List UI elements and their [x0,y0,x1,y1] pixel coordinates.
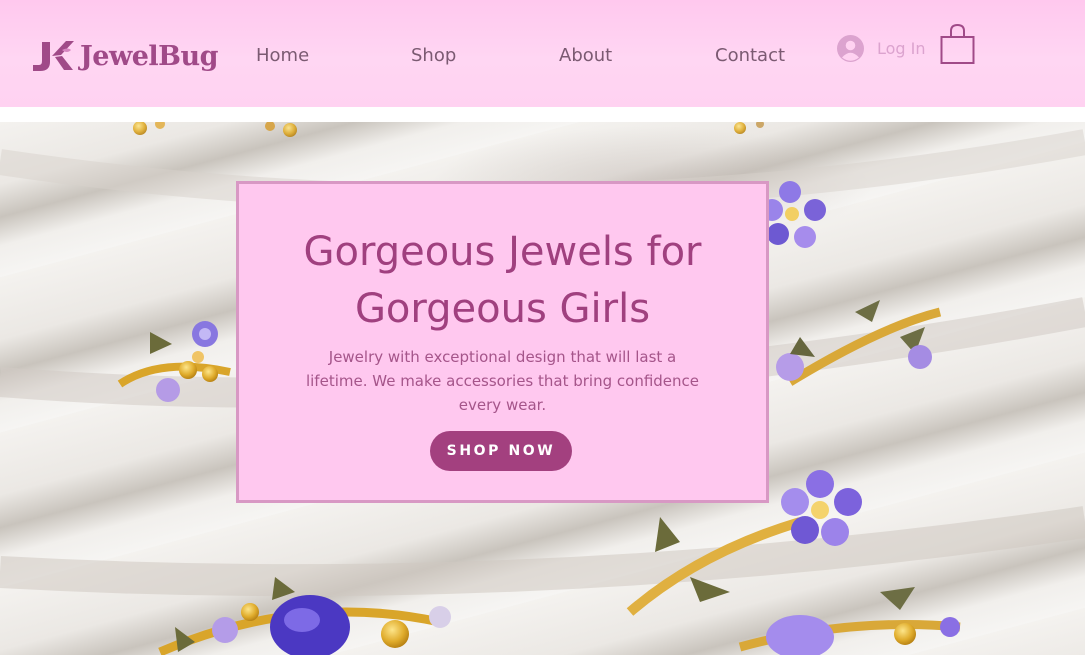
hero-title-line1: Gorgeous Jewels for [303,229,702,275]
nav-about[interactable]: About [559,45,612,66]
brand-name: JewelBug [80,40,218,72]
nav-contact[interactable]: Contact [715,45,785,66]
user-avatar-icon [837,35,864,62]
cart-button[interactable] [940,23,976,66]
shopping-bag-icon [940,23,975,64]
nav-home[interactable]: Home [256,45,309,66]
login-label: Log In [877,39,926,58]
hero-description: Jewelry with exceptional design that wil… [305,348,700,414]
nav-shop[interactable]: Shop [411,45,456,66]
site-header: JewelBug Home Shop About Contact Log In [0,0,1085,107]
hero-title: Gorgeous Jewels for Gorgeous Girls [239,224,766,338]
shop-now-button[interactable]: SHOP NOW [430,431,572,471]
jk-monogram-logo-icon [33,41,74,71]
hero-section: Gorgeous Jewels for Gorgeous Girls Jewel… [0,122,1085,655]
hero-title-line2: Gorgeous Girls [354,286,651,332]
promo-card: Gorgeous Jewels for Gorgeous Girls Jewel… [236,181,769,503]
login-button[interactable]: Log In [837,35,926,62]
site-logo[interactable]: JewelBug [28,36,218,76]
